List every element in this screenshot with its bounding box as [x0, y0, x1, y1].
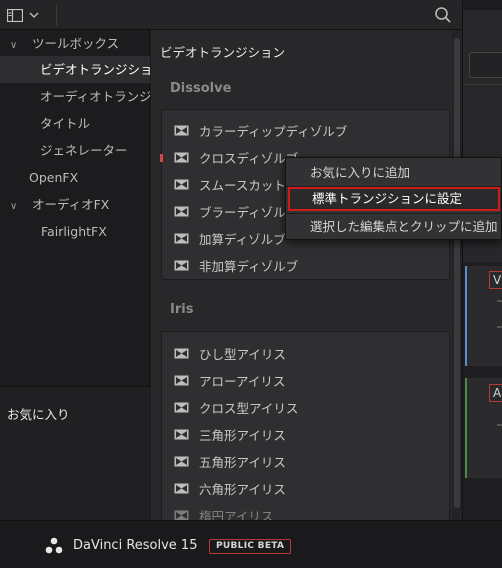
panel-toggle-button[interactable] — [7, 6, 47, 24]
transition-label: カラーディップディゾルブ — [199, 124, 348, 139]
transition-icon — [174, 510, 189, 520]
default-transition-marker — [160, 154, 163, 162]
transition-icon — [174, 402, 189, 413]
context-menu: お気に入りに追加 標準トランジションに設定 選択した編集点とクリップに追加 — [285, 157, 502, 240]
video-track-label: V — [489, 271, 502, 289]
app-footer: DaVinci Resolve 15 PUBLIC BETA — [0, 520, 502, 568]
menu-item-add-to-selected-edits[interactable]: 選択した編集点とクリップに追加 — [286, 214, 502, 240]
sidebar-item-label: タイトル — [40, 116, 91, 131]
transition-icon — [174, 152, 189, 163]
search-icon[interactable] — [434, 6, 452, 24]
transition-item[interactable]: 非加算ディゾルブ — [162, 252, 451, 279]
section-iris: ひし型アイリス アローアイリス クロス型アイリス 三角形アイリス 五角形アイリス… — [161, 331, 450, 520]
transition-icon — [174, 429, 189, 440]
sidebar-item-toolbox[interactable]: ∨ ツールボックス — [0, 30, 150, 57]
chevron-down-icon[interactable] — [29, 12, 39, 19]
transition-label: クロス型アイリス — [199, 401, 299, 416]
favorites-panel: お気に入り — [0, 387, 150, 520]
menu-item-set-as-standard-transition[interactable]: 標準トランジションに設定 — [288, 187, 500, 211]
track-control — [497, 424, 502, 426]
transition-label: スムースカット — [199, 178, 286, 193]
chevron-down-icon[interactable]: ∨ — [10, 32, 20, 57]
panel-divider — [463, 84, 502, 85]
sidebar-item-label: OpenFX — [29, 170, 79, 185]
favorites-label: お気に入り — [7, 407, 70, 422]
track-control — [497, 300, 502, 302]
transition-item[interactable]: 五角形アイリス — [162, 448, 451, 475]
transition-icon — [174, 375, 189, 386]
chevron-down-icon[interactable]: ∨ — [10, 193, 20, 218]
product-name: DaVinci Resolve 15 — [73, 538, 198, 553]
transition-item[interactable]: カラーディップディゾルブ — [162, 117, 451, 144]
timeline-panel-edge: V A — [462, 0, 502, 520]
transition-item[interactable]: クロス型アイリス — [162, 394, 451, 421]
page-title: ビデオトランジション — [160, 45, 286, 60]
sidebar-item-video-transitions[interactable]: ビデオトランジション — [0, 56, 150, 83]
sidebar-item-label: オーディオFX — [31, 197, 110, 212]
sidebar-item-generators[interactable]: ジェネレーター — [0, 137, 150, 164]
transition-item[interactable]: アローアイリス — [162, 367, 451, 394]
sidebar-item-label: ジェネレーター — [40, 143, 128, 158]
transition-item[interactable]: 六角形アイリス — [162, 475, 451, 502]
transition-label: 加算ディゾルブ — [199, 232, 286, 247]
transition-item[interactable]: 楕円アイリス — [162, 502, 451, 520]
menu-item-add-to-favorites[interactable]: お気に入りに追加 — [286, 160, 502, 186]
sidebar-item-openfx[interactable]: OpenFX — [0, 164, 150, 191]
sidebar-item-titles[interactable]: タイトル — [0, 110, 150, 137]
panel-gap — [463, 0, 502, 10]
sidebar-item-label: FairlightFX — [41, 224, 107, 239]
sidebar-item-audio-transitions[interactable]: オーディオトランジ... — [0, 83, 150, 110]
effects-toolbar — [0, 0, 462, 30]
list-scrollbar[interactable] — [452, 30, 462, 520]
transition-label: ブラーディゾルブ — [199, 205, 299, 220]
sidebar-item-label: ツールボックス — [31, 36, 120, 51]
sidebar-item-fairlightfx[interactable]: FairlightFX — [0, 218, 150, 245]
davinci-logo-icon — [45, 537, 63, 554]
sidebar-item-audio-fx[interactable]: ∨ オーディオFX — [0, 191, 150, 218]
transition-icon — [174, 260, 189, 271]
panel-layout-icon — [7, 8, 23, 22]
transitions-list-panel: ビデオトランジション Dissolve カラーディップディゾルブ クロスディゾル… — [151, 30, 462, 520]
public-beta-badge: PUBLIC BETA — [209, 539, 292, 554]
transition-icon — [174, 206, 189, 217]
scrollbar-thumb[interactable] — [454, 38, 460, 508]
transition-label: クロスディゾルブ — [199, 151, 299, 166]
transition-label: ひし型アイリス — [199, 347, 286, 362]
transition-label: 三角形アイリス — [199, 428, 286, 443]
timeline-control[interactable] — [469, 52, 502, 78]
audio-track-label: A — [489, 384, 502, 402]
section-header-iris: Iris — [170, 302, 194, 317]
transition-label: 非加算ディゾルブ — [199, 259, 299, 274]
transition-label: 六角形アイリス — [199, 482, 286, 497]
transition-label: 楕円アイリス — [199, 509, 274, 520]
effects-sidebar: ∨ ツールボックス ビデオトランジション オーディオトランジ... タイトル ジ… — [0, 30, 150, 520]
sidebar-item-label: ビデオトランジション — [40, 62, 150, 77]
transition-item[interactable]: 三角形アイリス — [162, 421, 451, 448]
transition-icon — [174, 483, 189, 494]
transition-icon — [174, 125, 189, 136]
track-control — [497, 326, 502, 328]
sidebar-item-label: オーディオトランジ... — [40, 89, 150, 104]
transition-item[interactable]: ひし型アイリス — [162, 340, 451, 367]
section-header-dissolve: Dissolve — [170, 81, 232, 96]
transition-icon — [174, 456, 189, 467]
transition-icon — [174, 179, 189, 190]
toolbar-divider — [56, 4, 57, 26]
transition-label: アローアイリス — [199, 374, 286, 389]
transition-icon — [174, 348, 189, 359]
transition-icon — [174, 233, 189, 244]
transition-label: 五角形アイリス — [199, 455, 286, 470]
